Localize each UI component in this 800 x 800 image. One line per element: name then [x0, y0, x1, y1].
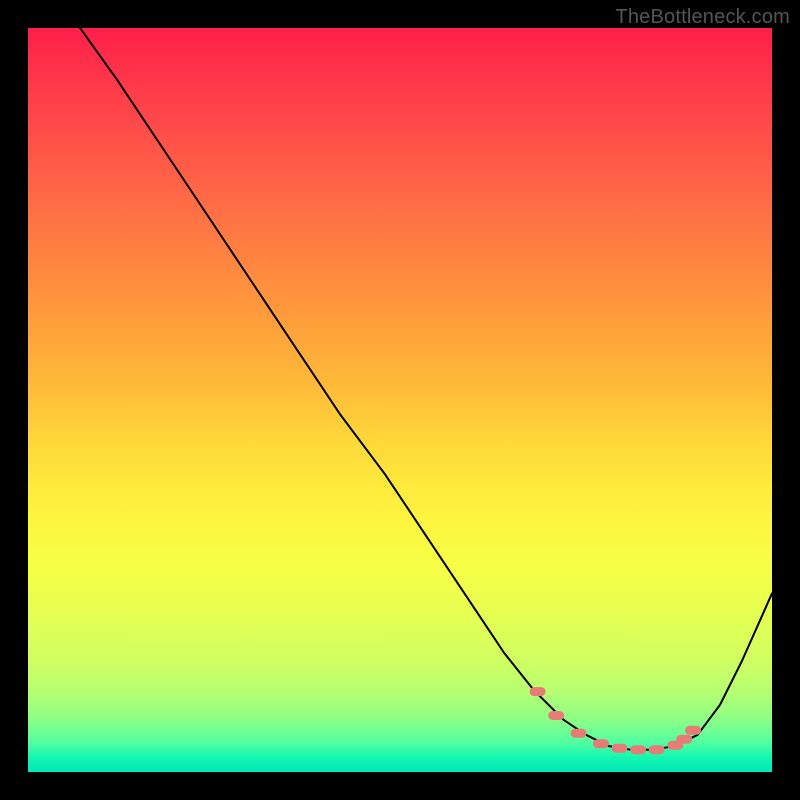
marker-dot [548, 711, 564, 720]
marker-dot [676, 735, 692, 744]
marker-dot [685, 726, 701, 735]
optimal-zone-markers [530, 687, 702, 754]
chart-svg [28, 28, 772, 772]
plot-area [28, 28, 772, 772]
watermark-text: TheBottleneck.com [615, 6, 790, 29]
marker-dot [612, 744, 628, 753]
marker-dot [530, 687, 546, 696]
bottleneck-curve-line [80, 28, 772, 750]
marker-dot [649, 745, 665, 754]
chart-frame: TheBottleneck.com [0, 0, 800, 800]
marker-dot [630, 745, 646, 754]
marker-dot [571, 729, 587, 738]
marker-dot [593, 739, 609, 748]
